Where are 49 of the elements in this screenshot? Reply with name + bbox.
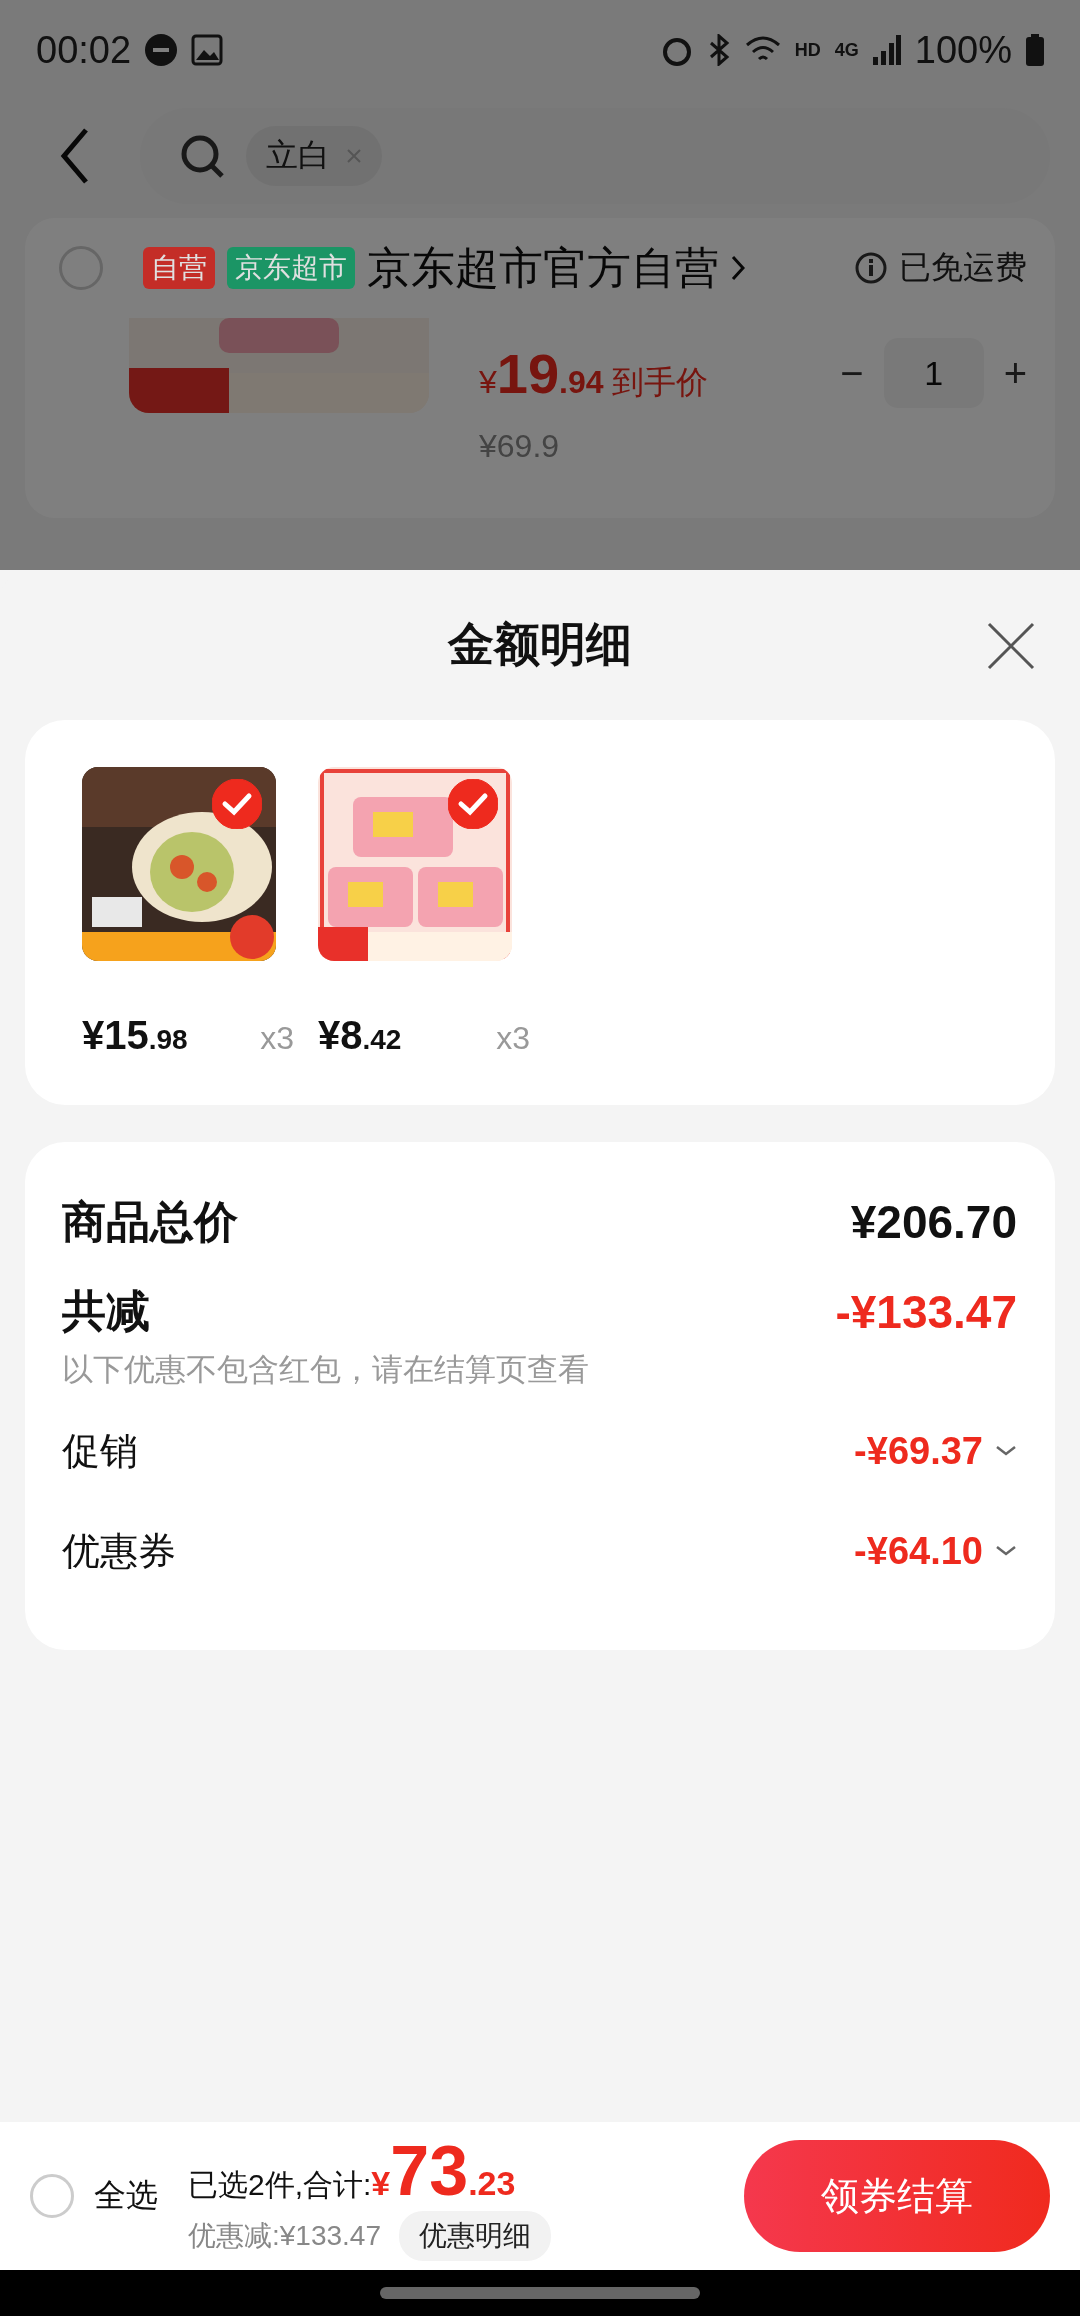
quantity-field[interactable]: 1 <box>883 338 984 408</box>
chevron-icon[interactable] <box>731 255 745 281</box>
search-chip[interactable]: 立白 <box>246 126 382 186</box>
discount-value: -¥133.47 <box>835 1284 1017 1339</box>
selected-summary: 已选2件,合计: <box>188 2167 372 2203</box>
total-value: ¥206.70 <box>850 1195 1017 1249</box>
total-price: ¥73.23 <box>371 2131 516 2211</box>
discount-row-value: -¥69.37 <box>854 1429 983 1473</box>
do-not-disturb-icon <box>145 34 178 66</box>
product-price: ¥8.42 <box>318 1013 402 1058</box>
saved-amount: 优惠减:¥133.47 <box>188 2219 381 2253</box>
network-label: 4G <box>834 39 859 61</box>
discount-row-label: 促销 <box>62 1428 138 1474</box>
discount-label: 共减 <box>62 1285 150 1337</box>
chevron-icon[interactable] <box>995 1444 1017 1458</box>
discount-detail-button[interactable]: 优惠明细 <box>399 2211 551 2261</box>
shipping-label: 已免运费 <box>899 248 1027 287</box>
hd-label: HD <box>794 39 821 61</box>
select-all-checkbox[interactable] <box>30 2174 74 2218</box>
product-quantity: x3 <box>496 1020 530 1057</box>
battery-icon <box>1026 34 1044 66</box>
check-icon[interactable] <box>448 779 498 829</box>
final-price: ¥19.94 到手价 <box>479 340 709 406</box>
back-icon[interactable] <box>60 128 90 184</box>
select-all-label[interactable]: 全选 <box>94 2174 158 2218</box>
sheet-title: 金额明细 <box>448 617 632 672</box>
increase-button[interactable]: + <box>1003 350 1027 396</box>
signal-icon <box>872 35 901 65</box>
check-icon[interactable] <box>212 779 262 829</box>
decrease-button[interactable]: − <box>840 350 864 396</box>
store-name[interactable]: 京东超市官方自营 <box>367 238 719 298</box>
battery-level: 100% <box>914 28 1012 72</box>
chevron-icon[interactable] <box>995 1544 1017 1558</box>
close-icon[interactable] <box>987 622 1035 670</box>
total-label: 商品总价 <box>62 1195 238 1248</box>
clock: 00:02 <box>36 28 132 72</box>
store-tag: 京东超市 <box>227 247 355 289</box>
info-icon[interactable] <box>855 252 887 284</box>
discount-row-value: -¥64.10 <box>854 1529 983 1573</box>
discount-note: 以下优惠不包含红包，请在结算页查看 <box>62 1351 590 1389</box>
image-icon <box>191 34 224 66</box>
checkout-button[interactable]: 领券结算 <box>744 2140 1050 2252</box>
discount-row-label: 优惠券 <box>62 1528 176 1574</box>
search-icon <box>180 134 224 178</box>
product-price: ¥15.98 <box>82 1013 188 1058</box>
product-quantity: x3 <box>260 1020 294 1057</box>
store-tag: 自营 <box>143 247 215 289</box>
original-price: ¥69.9 <box>479 428 561 465</box>
store-checkbox[interactable] <box>59 246 103 290</box>
